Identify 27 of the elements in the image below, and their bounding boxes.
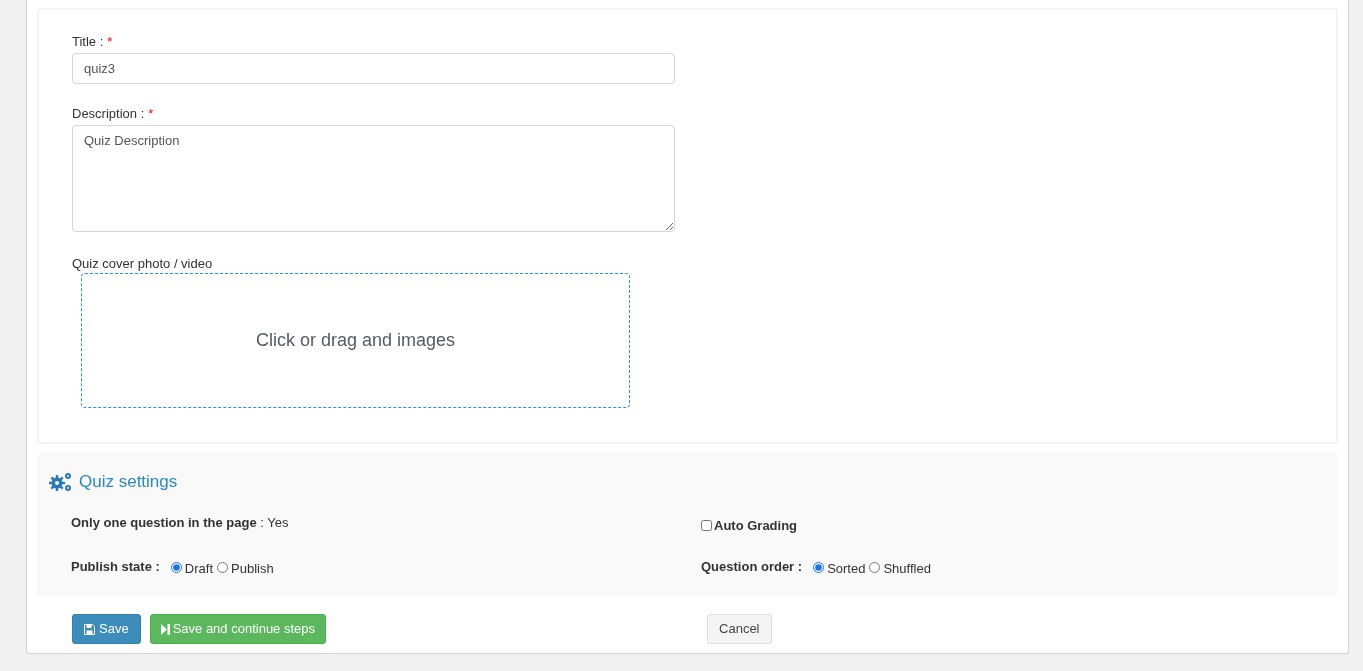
radio-button[interactable]: [217, 562, 229, 574]
radio-label: Draft: [184, 560, 214, 578]
text-field[interactable]: quiz3: [72, 53, 675, 84]
step-forward-icon: [160, 623, 170, 635]
radio-label: Sorted: [827, 560, 866, 578]
field-label: Quiz cover photo / video: [72, 255, 214, 270]
radio-label: Shuffled: [883, 560, 931, 578]
dropzone[interactable]: Click or drag and images: [81, 273, 630, 408]
radio-button[interactable]: [170, 562, 182, 574]
radio-button[interactable]: [813, 562, 825, 574]
cancel-button[interactable]: Cancel: [707, 614, 772, 644]
field-label: Description :: [72, 105, 145, 124]
setting-text: Only one question in the page : Yes: [71, 513, 290, 531]
text-area[interactable]: Quiz Description: [72, 125, 675, 232]
required-mark: *: [107, 33, 113, 52]
radio-label: Publish: [231, 560, 274, 578]
dropzone-text: Click or drag and images: [255, 329, 456, 352]
field-label: Title :: [72, 33, 104, 52]
required-mark: *: [148, 105, 154, 124]
gears-icon: [49, 470, 73, 493]
checkbox[interactable]: [701, 519, 712, 531]
radio-button[interactable]: [869, 562, 881, 574]
checkbox-label: Auto Grading: [714, 516, 798, 535]
save-button[interactable]: Save: [72, 614, 141, 644]
setting-label: Question order :: [701, 558, 803, 576]
setting-label: Publish state :: [71, 558, 160, 576]
section-title: Quiz settings: [79, 471, 178, 493]
